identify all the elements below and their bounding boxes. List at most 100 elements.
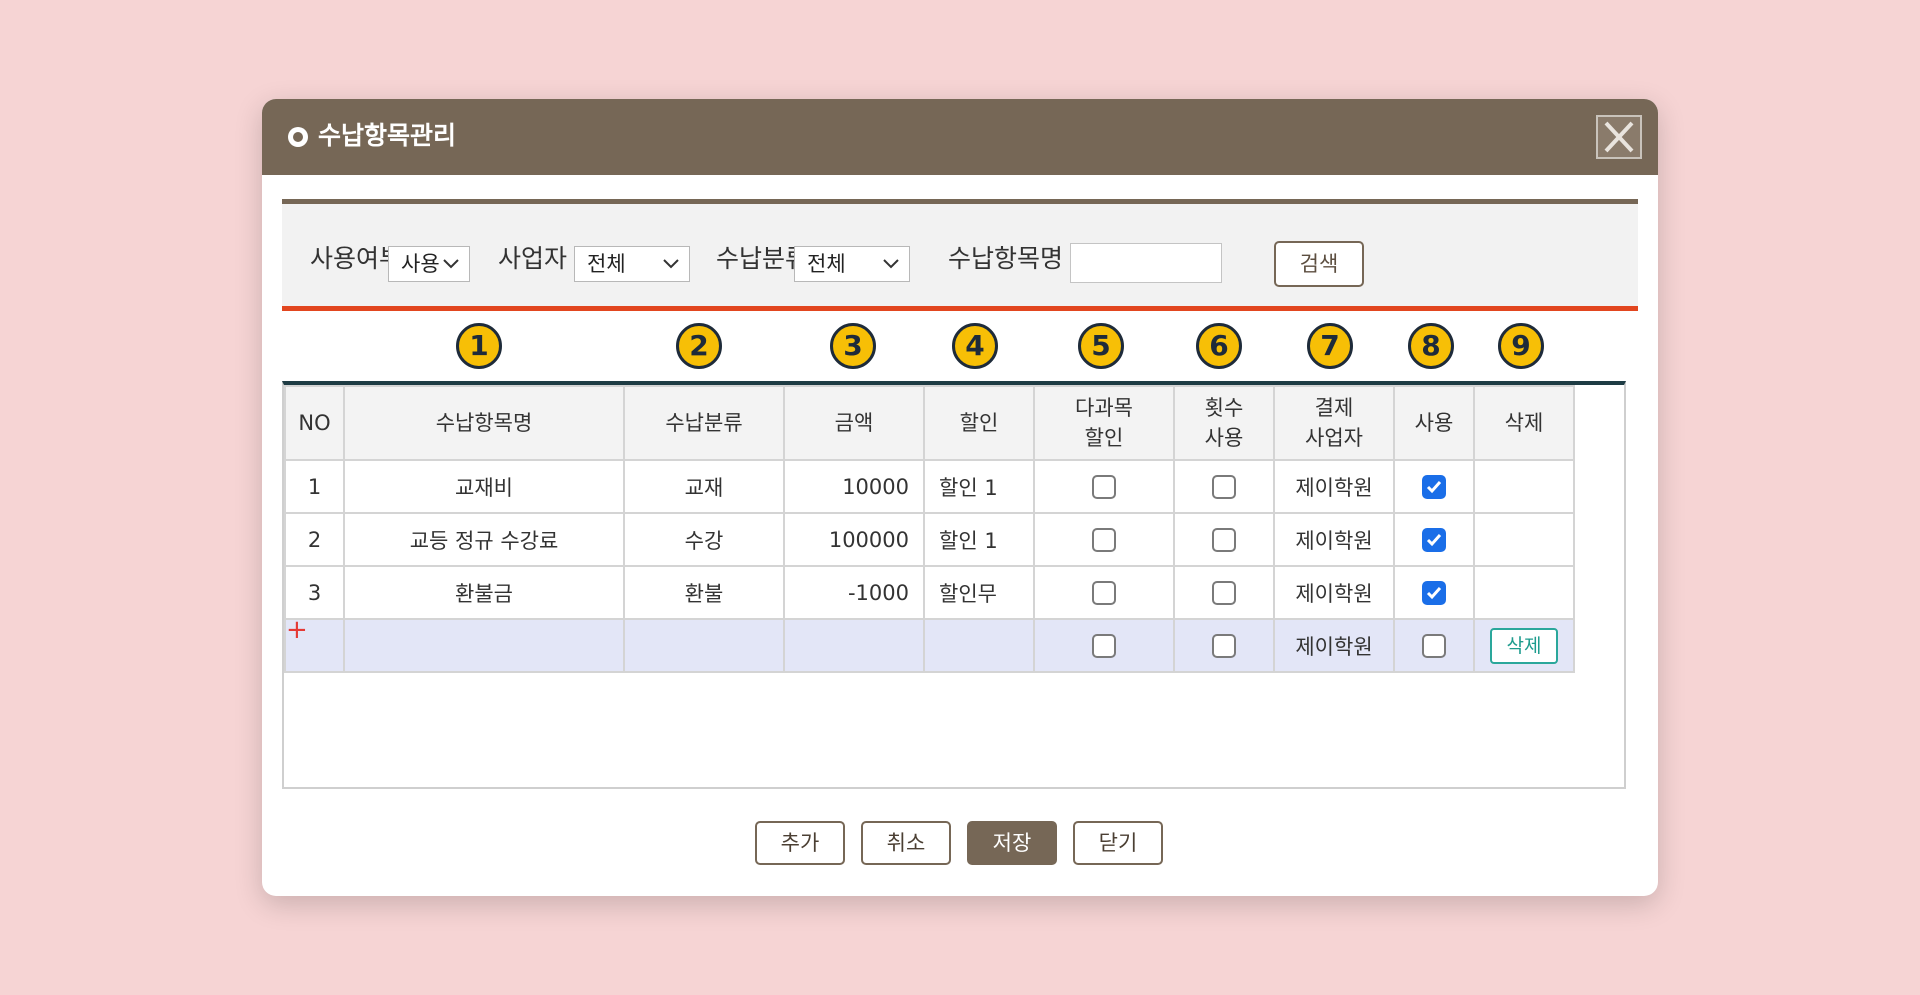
col-header-multi-discount: 다과목할인: [1033, 385, 1175, 461]
cell-delete: 삭제: [1473, 618, 1575, 673]
multi-discount-checkbox[interactable]: [1092, 634, 1116, 658]
search-button[interactable]: 검색: [1274, 241, 1364, 287]
chevron-down-icon: [443, 259, 459, 269]
table-row[interactable]: 2 교등 정규 수강료 수강 100000 할인 1 제이학원: [284, 512, 1575, 567]
col-header-multi-line1: 다과목: [1075, 396, 1133, 420]
cell-delete: [1473, 512, 1575, 567]
cell-use: [1393, 565, 1475, 620]
cell-discount: 할인 1: [923, 459, 1035, 514]
multi-discount-checkbox[interactable]: [1092, 475, 1116, 499]
col-header-multi-line2: 할인: [1084, 426, 1124, 450]
col-header-no: NO: [284, 385, 345, 461]
cell-delete: [1473, 565, 1575, 620]
multi-discount-checkbox[interactable]: [1092, 581, 1116, 605]
col-header-discount: 할인: [923, 385, 1035, 461]
title-bullet-icon: [288, 127, 308, 147]
save-button[interactable]: 저장: [967, 821, 1057, 865]
cell-payer: 제이학원: [1273, 459, 1395, 514]
cancel-button[interactable]: 취소: [861, 821, 951, 865]
cell-multi: [1033, 512, 1175, 567]
cell-amount[interactable]: [783, 618, 925, 673]
col-header-count-line2: 사용: [1204, 426, 1244, 450]
use-checkbox[interactable]: [1422, 528, 1446, 552]
category-filter-select[interactable]: 전체: [794, 246, 910, 282]
column-badge-5: 5: [1078, 323, 1124, 369]
cell-discount: 할인무: [923, 565, 1035, 620]
cell-count: [1173, 565, 1275, 620]
cell-item-name: 교등 정규 수강료: [343, 512, 625, 567]
business-filter-select[interactable]: 전체: [574, 246, 690, 282]
cell-payer: 제이학원: [1273, 618, 1395, 673]
count-use-checkbox[interactable]: [1212, 528, 1236, 552]
col-header-amount: 금액: [783, 385, 925, 461]
count-use-checkbox[interactable]: [1212, 581, 1236, 605]
col-header-delete: 삭제: [1473, 385, 1575, 461]
dialog-title: 수납항목관리: [318, 121, 457, 150]
close-icon: [1604, 121, 1634, 153]
cell-category: 환불: [623, 565, 785, 620]
cell-discount: 할인 1: [923, 512, 1035, 567]
col-header-payer: 결제사업자: [1273, 385, 1395, 461]
cell-multi: [1033, 565, 1175, 620]
table-header-row: NO 수납항목명 수납분류 금액 할인 다과목 할인 횟수 사용 결제 사업자 사용 …: [284, 385, 1575, 461]
new-table-row[interactable]: 제이학원 삭제: [284, 618, 1575, 673]
chevron-down-icon: [663, 259, 679, 269]
col-header-item-name: 수납항목명: [343, 385, 625, 461]
item-name-filter-label: 수납항목명: [948, 244, 1064, 273]
col-header-category: 수납분류: [623, 385, 785, 461]
use-checkbox[interactable]: [1422, 475, 1446, 499]
close-button[interactable]: [1596, 115, 1642, 159]
item-management-dialog: 수납항목관리 사용여부 사용 사업자 전체 수납분류 전체 수납항목명 검색 1…: [262, 99, 1658, 896]
cell-no: 1: [284, 459, 345, 514]
use-checkbox[interactable]: [1422, 634, 1446, 658]
business-filter-label: 사업자: [498, 244, 568, 273]
multi-discount-checkbox[interactable]: [1092, 528, 1116, 552]
cell-category[interactable]: [623, 618, 785, 673]
col-header-count-line1: 횟수: [1204, 396, 1244, 420]
search-panel: 사용여부 사용 사업자 전체 수납분류 전체 수납항목명 검색: [282, 199, 1638, 311]
check-icon: [1426, 481, 1442, 494]
item-table: NO 수납항목명 수납분류 금액 할인 다과목 할인 횟수 사용 결제 사업자 사용 …: [284, 385, 1575, 673]
cell-no: 2: [284, 512, 345, 567]
cell-amount: -1000: [783, 565, 925, 620]
check-icon: [1426, 534, 1442, 547]
cell-payer: 제이학원: [1273, 565, 1395, 620]
cell-item-name: 환불금: [343, 565, 625, 620]
cell-discount[interactable]: [923, 618, 1035, 673]
cell-item-name[interactable]: [343, 618, 625, 673]
count-use-checkbox[interactable]: [1212, 634, 1236, 658]
table-row[interactable]: 1 교재비 교재 10000 할인 1 제이학원: [284, 459, 1575, 514]
add-button[interactable]: 추가: [755, 821, 845, 865]
col-header-pay-line1: 결제: [1314, 396, 1354, 420]
cell-amount: 10000: [783, 459, 925, 514]
cell-no: 3: [284, 565, 345, 620]
close-dialog-button[interactable]: 닫기: [1073, 821, 1163, 865]
category-filter-value: 전체: [807, 252, 846, 276]
use-checkbox[interactable]: [1422, 581, 1446, 605]
business-filter-value: 전체: [587, 252, 626, 276]
column-badge-8: 8: [1408, 323, 1454, 369]
cell-multi: [1033, 459, 1175, 514]
column-badge-3: 3: [830, 323, 876, 369]
cell-use: [1393, 512, 1475, 567]
cell-amount: 100000: [783, 512, 925, 567]
table-row[interactable]: 3 환불금 환불 -1000 할인무 제이학원: [284, 565, 1575, 620]
row-delete-button[interactable]: 삭제: [1490, 627, 1558, 664]
col-header-count-use: 횟수사용: [1173, 385, 1275, 461]
new-row-plus-icon: +: [286, 615, 308, 645]
col-header-pay-line2: 사업자: [1305, 426, 1363, 450]
col-header-use: 사용: [1393, 385, 1475, 461]
cell-count: [1173, 618, 1275, 673]
cell-multi: [1033, 618, 1175, 673]
cell-count: [1173, 512, 1275, 567]
cell-use: [1393, 618, 1475, 673]
use-filter-select[interactable]: 사용: [388, 246, 470, 282]
column-badge-1: 1: [456, 323, 502, 369]
cell-item-name: 교재비: [343, 459, 625, 514]
cell-category: 수강: [623, 512, 785, 567]
column-badge-7: 7: [1307, 323, 1353, 369]
check-icon: [1426, 587, 1442, 600]
cell-payer: 제이학원: [1273, 512, 1395, 567]
item-name-input[interactable]: [1070, 243, 1222, 283]
count-use-checkbox[interactable]: [1212, 475, 1236, 499]
